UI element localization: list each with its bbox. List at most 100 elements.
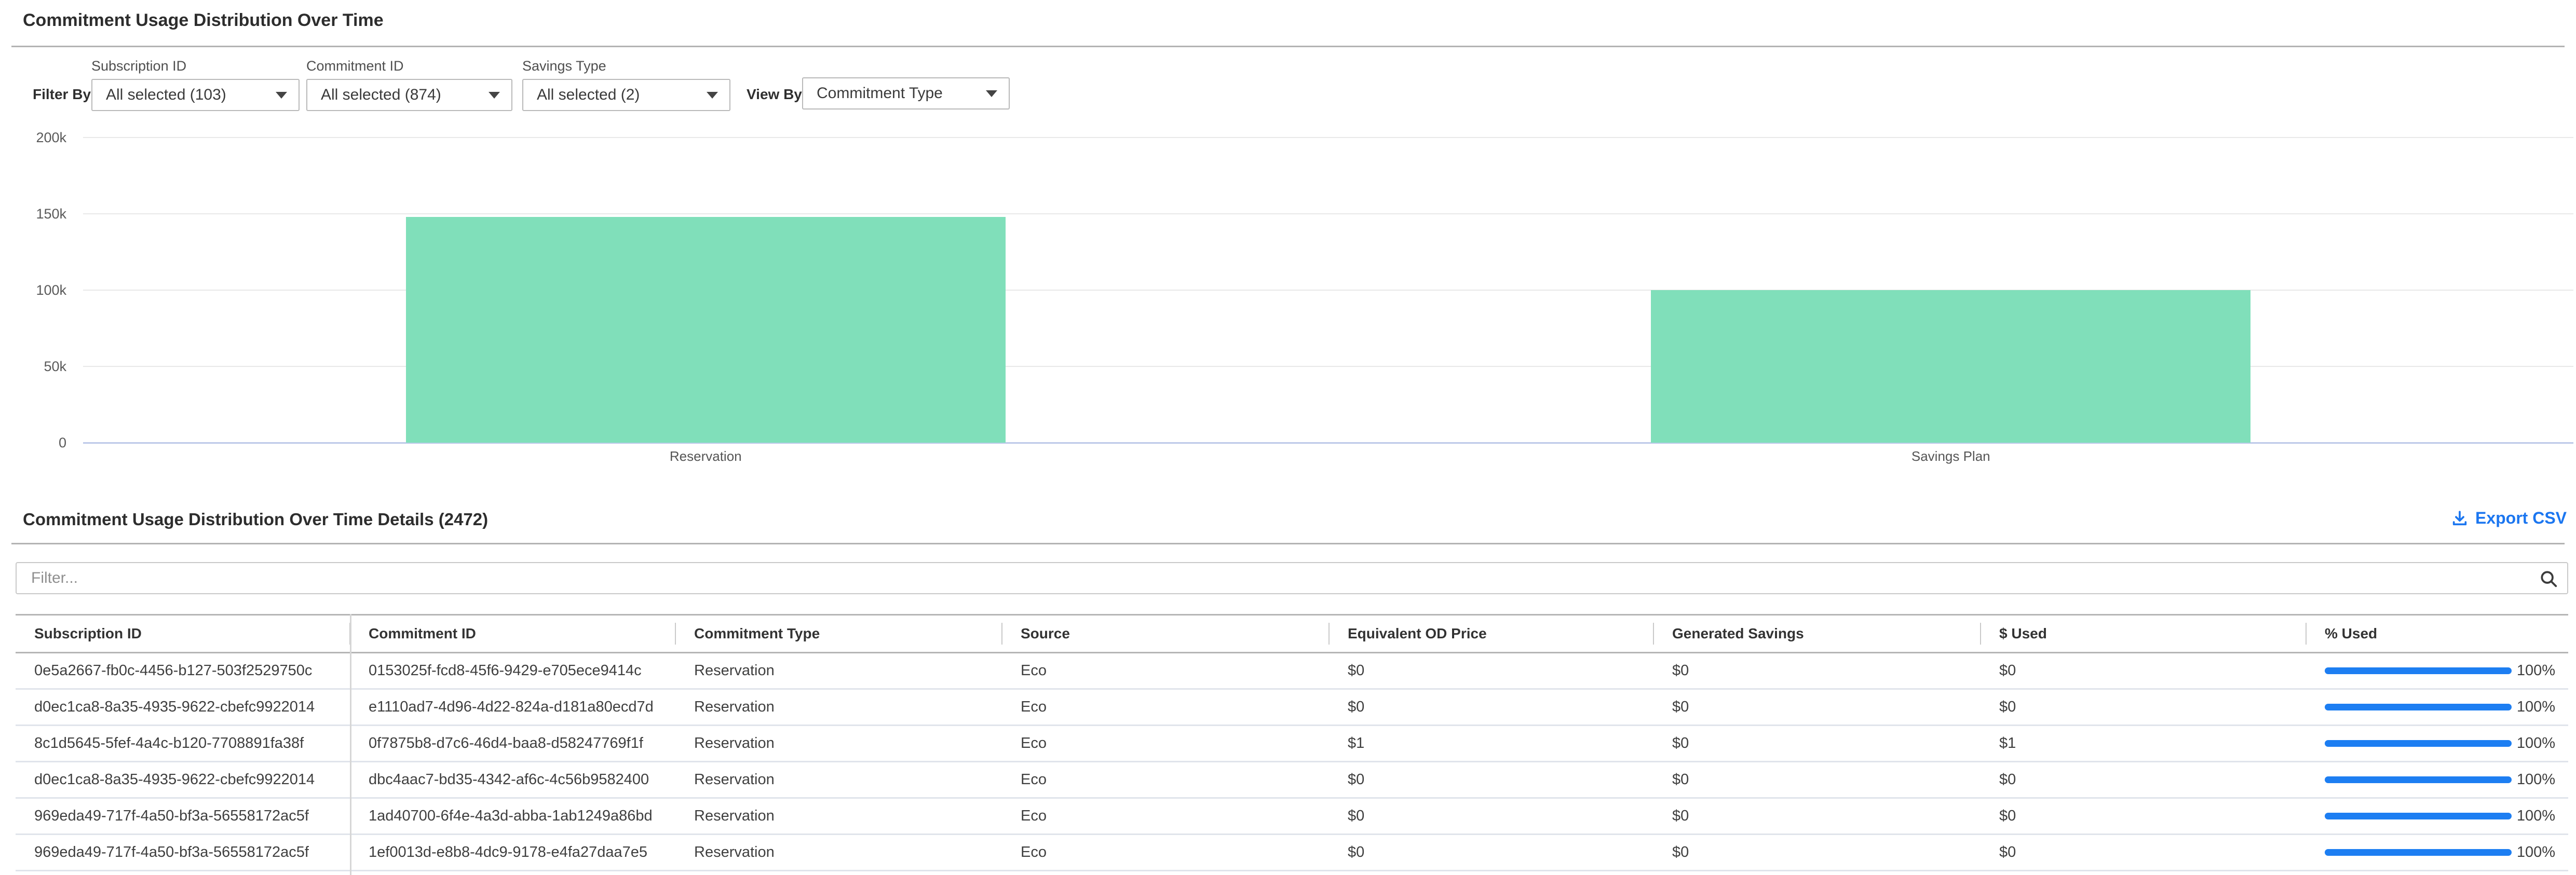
percent-used-cell: 100% bbox=[2306, 662, 2568, 679]
table-cell: $0 bbox=[1329, 662, 1653, 679]
gridline bbox=[83, 137, 2573, 138]
y-axis-tick-label: 50k bbox=[0, 359, 66, 374]
y-axis-tick-label: 100k bbox=[0, 282, 66, 298]
table-row: d0ec1ca8-8a35-4935-9622-cbefc9922014dbc4… bbox=[16, 762, 2568, 799]
section-divider bbox=[11, 46, 2565, 47]
filter-by-label: Filter By: bbox=[33, 86, 96, 103]
percent-used-cell: 100% bbox=[2306, 808, 2568, 825]
table-cell: Eco bbox=[1002, 771, 1329, 788]
table-cell: $0 bbox=[1653, 844, 1981, 861]
table-cell: $0 bbox=[1981, 662, 2306, 679]
percent-used-cell: 100% bbox=[2306, 771, 2568, 788]
table-cell: $0 bbox=[1653, 699, 1981, 716]
table-cell: $1 bbox=[1981, 735, 2306, 752]
table-row: d0ec1ca8-8a35-4935-9622-cbefc9922014e111… bbox=[16, 690, 2568, 726]
chevron-down-icon bbox=[276, 92, 287, 99]
table-cell: $0 bbox=[1981, 808, 2306, 825]
table-cell: $0 bbox=[1653, 735, 1981, 752]
table-cell: $1 bbox=[1329, 735, 1653, 752]
usage-progress-bar bbox=[2325, 740, 2512, 747]
table-filter-input[interactable] bbox=[16, 562, 2568, 594]
chevron-down-icon bbox=[986, 90, 997, 97]
table-cell: 8c1d5645-5fef-4a4c-b120-7708891fa38f bbox=[16, 735, 350, 752]
usage-progress-bar bbox=[2325, 667, 2512, 674]
view-by-dropdown[interactable]: Commitment Type bbox=[802, 77, 1010, 110]
column-header-generated-savings[interactable]: Generated Savings bbox=[1653, 616, 1981, 652]
percent-used-label: 100% bbox=[2517, 844, 2555, 861]
filter-label: Savings Type bbox=[522, 58, 730, 74]
table-row: 8c1d5645-5fef-4a4c-b120-7708891fa38f0f78… bbox=[16, 726, 2568, 762]
usage-progress-bar bbox=[2325, 849, 2512, 856]
filter-dropdown[interactable]: All selected (103) bbox=[91, 79, 300, 111]
section-divider bbox=[11, 543, 2565, 544]
table-cell: d0ec1ca8-8a35-4935-9622-cbefc9922014 bbox=[16, 699, 350, 716]
y-axis-tick-label: 0 bbox=[0, 435, 66, 450]
percent-used-label: 100% bbox=[2517, 699, 2555, 716]
table-cell: 969eda49-717f-4a50-bf3a-56558172ac5f bbox=[16, 844, 350, 861]
column-header-commitment-id[interactable]: Commitment ID bbox=[350, 616, 675, 652]
table-header-row: Subscription IDCommitment IDCommitment T… bbox=[16, 614, 2568, 653]
filter-label: Commitment ID bbox=[306, 58, 512, 74]
table-cell: $0 bbox=[1653, 808, 1981, 825]
table-cell: e1110ad7-4d96-4d22-824a-d181a80ecd7d bbox=[350, 699, 675, 716]
export-csv-button[interactable]: Export CSV bbox=[2451, 509, 2567, 528]
column-header-commitment-type[interactable]: Commitment Type bbox=[675, 616, 1002, 652]
filter-dropdown[interactable]: All selected (874) bbox=[306, 79, 512, 111]
chart-bar[interactable] bbox=[1651, 290, 2250, 443]
table-cell: Eco bbox=[1002, 844, 1329, 861]
export-csv-label: Export CSV bbox=[2475, 509, 2567, 528]
search-icon[interactable] bbox=[2539, 569, 2558, 589]
chart-bar[interactable] bbox=[406, 217, 1006, 443]
page-title: Commitment Usage Distribution Over Time bbox=[23, 10, 384, 31]
percent-used-cell: 100% bbox=[2306, 844, 2568, 861]
filter-dropdown-value: All selected (874) bbox=[321, 86, 441, 104]
table-cell: $0 bbox=[1329, 699, 1653, 716]
filter-dropdown[interactable]: All selected (2) bbox=[522, 79, 730, 111]
percent-used-cell: 100% bbox=[2306, 735, 2568, 752]
percent-used-label: 100% bbox=[2517, 808, 2555, 825]
table-cell: Reservation bbox=[675, 771, 1002, 788]
table-cell: Reservation bbox=[675, 662, 1002, 679]
download-icon bbox=[2451, 510, 2469, 527]
percent-used-label: 100% bbox=[2517, 771, 2555, 788]
column-header-equivalent-od-price[interactable]: Equivalent OD Price bbox=[1329, 616, 1653, 652]
table-cell: Eco bbox=[1002, 735, 1329, 752]
x-axis-category-label: Reservation bbox=[406, 448, 1006, 464]
table-cell: d0ec1ca8-8a35-4935-9622-cbefc9922014 bbox=[16, 771, 350, 788]
table-cell: 0f7875b8-d7c6-46d4-baa8-d58247769f1f bbox=[350, 735, 675, 752]
column-header-source[interactable]: Source bbox=[1002, 616, 1329, 652]
table-row: 969eda49-717f-4a50-bf3a-56558172ac5f1ef0… bbox=[16, 835, 2568, 871]
table-cell: 1ef0013d-e8b8-4dc9-9178-e4fa27daa7e5 bbox=[350, 844, 675, 861]
table-cell: Reservation bbox=[675, 735, 1002, 752]
column-divider bbox=[350, 614, 351, 875]
usage-progress-bar bbox=[2325, 704, 2512, 710]
table-cell: dbc4aac7-bd35-4342-af6c-4c56b9582400 bbox=[350, 771, 675, 788]
percent-used-label: 100% bbox=[2517, 735, 2555, 752]
table-cell: Eco bbox=[1002, 808, 1329, 825]
table-cell: Reservation bbox=[675, 844, 1002, 861]
filter-label: Subscription ID bbox=[91, 58, 300, 74]
percent-used-label: 100% bbox=[2517, 662, 2555, 679]
table-cell: $0 bbox=[1981, 771, 2306, 788]
y-axis-tick-label: 200k bbox=[0, 130, 66, 145]
table-cell: $0 bbox=[1329, 844, 1653, 861]
table-cell: 1ad40700-6f4e-4a3d-abba-1ab1249a86bd bbox=[350, 808, 675, 825]
table-cell: 0e5a2667-fb0c-4456-b127-503f2529750c bbox=[16, 662, 350, 679]
filter-dropdown-value: All selected (2) bbox=[537, 86, 640, 104]
table-cell: Eco bbox=[1002, 699, 1329, 716]
table-row: 969eda49-717f-4a50-bf3a-56558172ac5f1ad4… bbox=[16, 799, 2568, 835]
column-header--used[interactable]: % Used bbox=[2306, 616, 2568, 652]
table-cell: $0 bbox=[1329, 808, 1653, 825]
chevron-down-icon bbox=[707, 92, 718, 99]
table-cell: Eco bbox=[1002, 662, 1329, 679]
usage-progress-bar bbox=[2325, 776, 2512, 783]
x-axis-category-label: Savings Plan bbox=[1651, 448, 2250, 464]
table-cell: Reservation bbox=[675, 699, 1002, 716]
table-cell: 969eda49-717f-4a50-bf3a-56558172ac5f bbox=[16, 808, 350, 825]
table-cell: $0 bbox=[1653, 662, 1981, 679]
y-axis-tick-label: 150k bbox=[0, 206, 66, 222]
table-cell: $0 bbox=[1653, 771, 1981, 788]
column-header-subscription-id[interactable]: Subscription ID bbox=[16, 616, 350, 652]
table-cell: $0 bbox=[1329, 771, 1653, 788]
column-header--used[interactable]: $ Used bbox=[1981, 616, 2306, 652]
